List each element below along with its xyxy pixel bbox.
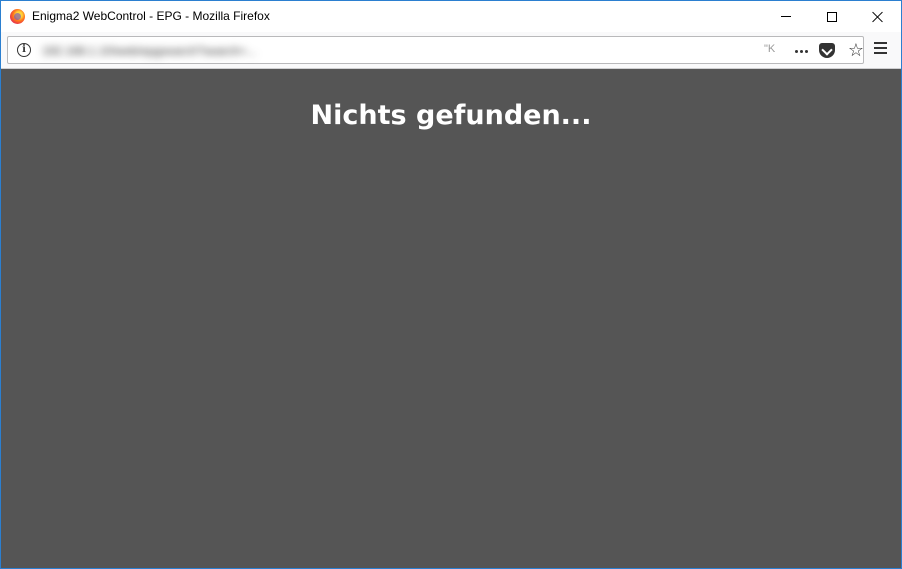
star-icon[interactable]: ☆ [846, 40, 866, 60]
close-icon [872, 11, 884, 23]
url-trailing-fragment: "K [764, 43, 776, 55]
maximize-button[interactable] [809, 1, 855, 32]
menu-icon[interactable] [874, 42, 888, 54]
page-actions-icon[interactable] [791, 42, 811, 60]
browser-window: Enigma2 WebControl - EPG - Mozilla Firef… [0, 0, 902, 569]
no-results-message: Nichts gefunden... [310, 100, 592, 131]
maximize-icon [827, 11, 837, 22]
url-text[interactable]: 192.168.1.10/web/epgsearch?search=... [42, 41, 762, 61]
info-icon[interactable]: i [17, 43, 31, 57]
minimize-button[interactable] [763, 1, 809, 32]
page-content: Nichts gefunden... [1, 69, 901, 568]
title-bar[interactable]: Enigma2 WebControl - EPG - Mozilla Firef… [1, 1, 901, 32]
navigation-toolbar: i 192.168.1.10/web/epgsearch?search=... … [1, 32, 901, 69]
close-button[interactable] [855, 1, 901, 32]
firefox-logo-icon [10, 9, 25, 24]
minimize-icon [781, 16, 791, 17]
window-title: Enigma2 WebControl - EPG - Mozilla Firef… [32, 9, 270, 23]
url-bar[interactable]: i 192.168.1.10/web/epgsearch?search=... … [7, 36, 864, 64]
pocket-icon[interactable] [819, 43, 835, 58]
